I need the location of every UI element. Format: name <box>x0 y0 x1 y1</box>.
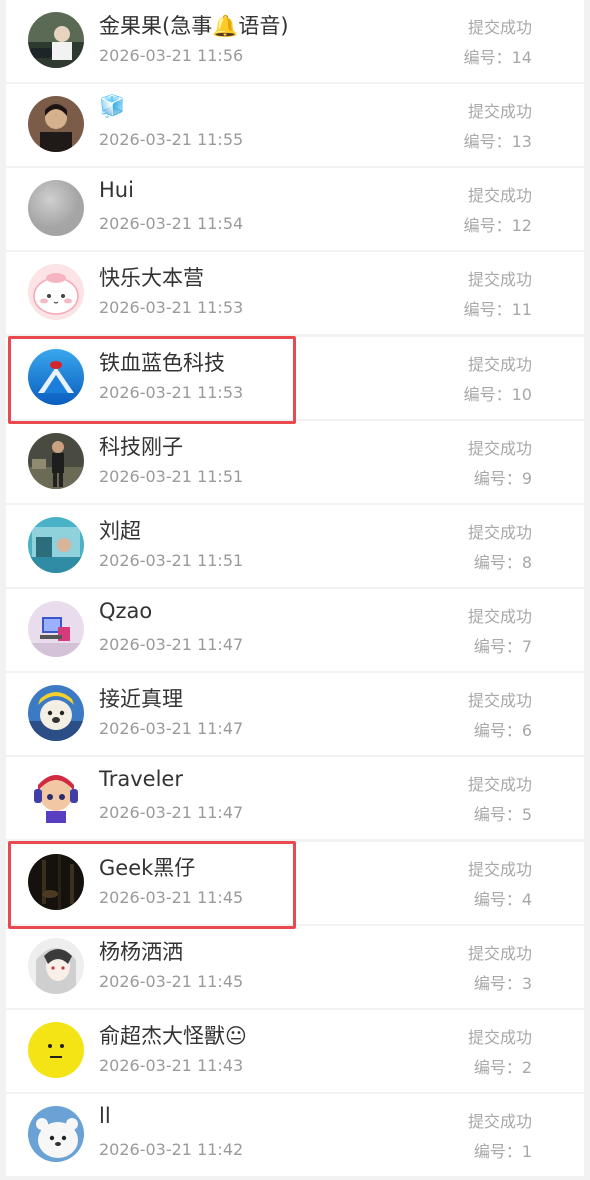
submission-number: 编号：14 <box>463 48 532 67</box>
submission-number: 编号：5 <box>473 805 532 824</box>
avatar-man-standing <box>28 433 84 489</box>
avatar-anime-girl <box>28 938 84 994</box>
avatar[interactable] <box>28 264 84 320</box>
avatar-man-car <box>28 12 84 68</box>
avatar[interactable] <box>28 1106 84 1162</box>
avatar[interactable] <box>28 517 84 573</box>
avatar-man-portrait <box>28 96 84 152</box>
avatar[interactable] <box>28 601 84 657</box>
user-name: 金果果(急事🔔语音) <box>99 14 289 38</box>
user-name: Hui <box>99 178 134 202</box>
status-text: 提交成功 <box>467 355 532 374</box>
submission-number: 编号：8 <box>473 553 532 572</box>
status-text: 提交成功 <box>467 944 532 963</box>
list-item[interactable]: 刘超 2026-03-21 11:51 提交成功编号：8 <box>6 505 584 587</box>
list-item[interactable]: 快乐大本营 2026-03-21 11:53 提交成功编号：11 <box>6 252 584 334</box>
submit-time: 2026-03-21 11:51 <box>99 551 244 570</box>
avatar[interactable] <box>28 12 84 68</box>
avatar[interactable] <box>28 180 84 236</box>
user-name: 刘超 <box>99 519 141 543</box>
status-text: 提交成功 <box>467 439 532 458</box>
submission-number: 编号：2 <box>473 1058 532 1077</box>
status-text: 提交成功 <box>467 775 532 794</box>
avatar[interactable] <box>28 685 84 741</box>
list-item[interactable]: 俞超杰大怪獸😐 2026-03-21 11:43 提交成功编号：2 <box>6 1010 584 1092</box>
avatar-cartoon-headphones <box>28 769 84 825</box>
submission-list: 金果果(急事🔔语音) 2026-03-21 11:56 提交成功 编号：14 🧊 2026… <box>6 0 584 1180</box>
submission-number: 编号：11 <box>463 300 532 319</box>
user-name: ll <box>99 1104 111 1128</box>
list-item[interactable]: Qzao 2026-03-21 11:47 提交成功编号：7 <box>6 589 584 671</box>
avatar[interactable] <box>28 938 84 994</box>
list-item[interactable]: 🧊 2026-03-21 11:55 提交成功编号：13 <box>6 84 584 166</box>
avatar[interactable] <box>28 96 84 152</box>
submission-number: 编号：12 <box>463 216 532 235</box>
submit-time: 2026-03-21 11:47 <box>99 803 244 822</box>
status-text: 提交成功 <box>467 860 532 879</box>
status-text: 提交成功 <box>467 691 532 710</box>
user-name: 快乐大本营 <box>99 266 204 290</box>
list-item[interactable]: 金果果(急事🔔语音) 2026-03-21 11:56 提交成功编号：14 <box>6 0 584 82</box>
highlight-box <box>8 841 296 929</box>
submit-time: 2026-03-21 11:56 <box>99 46 244 65</box>
submit-time: 2026-03-21 11:45 <box>99 972 244 991</box>
submit-time: 2026-03-21 11:47 <box>99 635 244 654</box>
avatar-yellow-face <box>28 1022 84 1078</box>
submission-number: 编号：9 <box>473 469 532 488</box>
submit-time: 2026-03-21 11:47 <box>99 719 244 738</box>
user-name: 🧊 <box>99 94 126 118</box>
avatar[interactable] <box>28 769 84 825</box>
list-item[interactable]: 科技刚子 2026-03-21 11:51 提交成功编号：9 <box>6 421 584 503</box>
submission-number: 编号：1 <box>473 1142 532 1161</box>
status-text: 提交成功 <box>467 18 532 37</box>
submission-number: 编号：10 <box>463 385 532 404</box>
status-text: 提交成功 <box>467 186 532 205</box>
status-text: 提交成功 <box>467 1028 532 1047</box>
user-name: Traveler <box>99 767 183 791</box>
list-item[interactable]: ll 2026-03-21 11:42 提交成功编号：1 <box>6 1094 584 1176</box>
avatar[interactable] <box>28 433 84 489</box>
list-item[interactable]: 接近真理 2026-03-21 11:47 提交成功编号：6 <box>6 673 584 755</box>
user-name: 科技刚子 <box>99 435 183 459</box>
user-name: 俞超杰大怪獸😐 <box>99 1024 247 1048</box>
list-item[interactable]: Hui 2026-03-21 11:54 提交成功编号：12 <box>6 168 584 250</box>
submission-number: 编号：3 <box>473 974 532 993</box>
avatar-yellow-dog <box>28 685 84 741</box>
status-text: 提交成功 <box>467 607 532 626</box>
submission-number: 编号：6 <box>473 721 532 740</box>
user-name: Qzao <box>99 599 153 623</box>
avatar-pink-cartoon <box>28 264 84 320</box>
submit-time: 2026-03-21 11:42 <box>99 1140 244 1159</box>
submit-time: 2026-03-21 11:54 <box>99 214 244 233</box>
user-name: 接近真理 <box>99 687 183 711</box>
highlight-box <box>8 336 296 424</box>
status-text: 提交成功 <box>467 102 532 121</box>
avatar-cyan-scene <box>28 517 84 573</box>
submit-time: 2026-03-21 11:55 <box>99 130 244 149</box>
user-name: 杨杨洒洒 <box>99 940 183 964</box>
submit-time: 2026-03-21 11:51 <box>99 467 244 486</box>
status-text: 提交成功 <box>467 1112 532 1131</box>
submission-number: 编号：7 <box>473 637 532 656</box>
list-item[interactable]: Traveler 2026-03-21 11:47 提交成功编号：5 <box>6 757 584 839</box>
submit-time: 2026-03-21 11:43 <box>99 1056 244 1075</box>
status-text: 提交成功 <box>467 270 532 289</box>
avatar[interactable] <box>28 1022 84 1078</box>
submit-time: 2026-03-21 11:53 <box>99 298 244 317</box>
submission-number: 编号：4 <box>473 890 532 909</box>
list-item[interactable]: 杨杨洒洒 2026-03-21 11:45 提交成功编号：3 <box>6 926 584 1008</box>
avatar-computer <box>28 601 84 657</box>
avatar-white-bear <box>28 1106 84 1162</box>
status-text: 提交成功 <box>467 523 532 542</box>
submission-number: 编号：13 <box>463 132 532 151</box>
avatar-gray <box>28 180 84 236</box>
